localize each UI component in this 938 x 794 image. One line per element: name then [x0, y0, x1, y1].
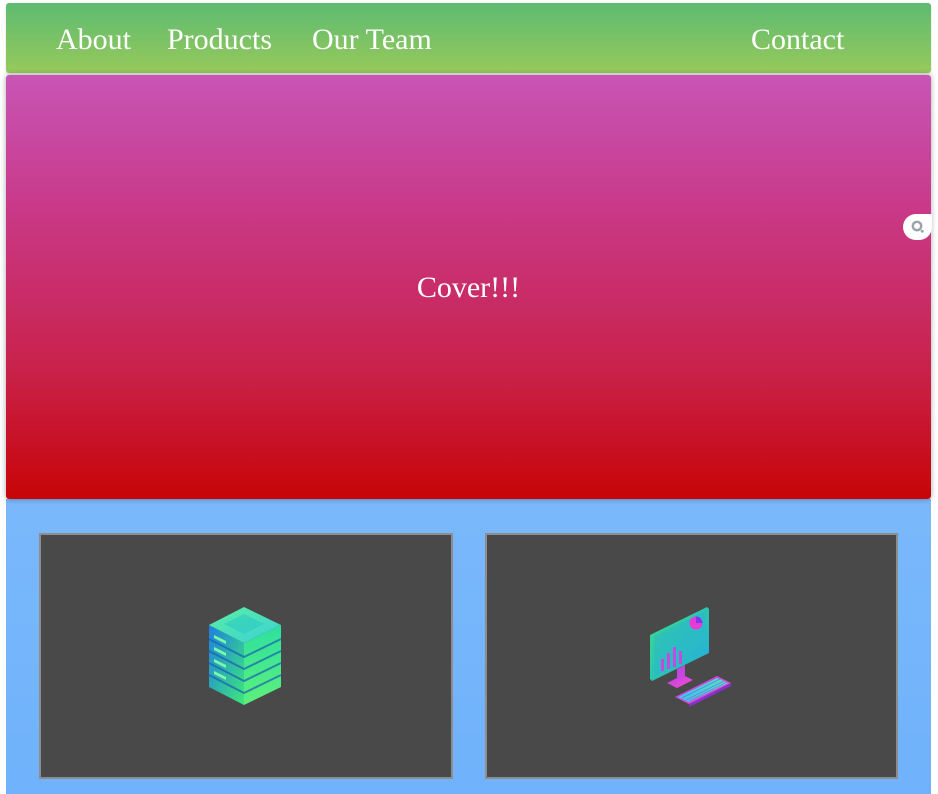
cover-title: Cover!!!	[416, 271, 521, 304]
cover-banner: Cover!!!	[6, 75, 932, 499]
side-widget-button[interactable]	[903, 214, 932, 240]
search-icon	[911, 220, 924, 233]
computer-dashboard-icon	[650, 607, 731, 707]
page: About Products Our Team Contact Cover!!!	[0, 0, 938, 794]
card-analytics[interactable]	[485, 533, 898, 779]
nav-link-contact[interactable]: Contact	[751, 22, 844, 58]
nav-link-products[interactable]: Products	[167, 22, 272, 58]
nav-link-our-team[interactable]: Our Team	[312, 22, 432, 58]
top-navbar: About Products Our Team Contact	[6, 3, 931, 73]
cards-section	[6, 499, 931, 794]
card-servers[interactable]	[39, 533, 453, 779]
nav-link-about[interactable]: About	[56, 22, 131, 58]
server-stack-icon	[208, 607, 282, 705]
